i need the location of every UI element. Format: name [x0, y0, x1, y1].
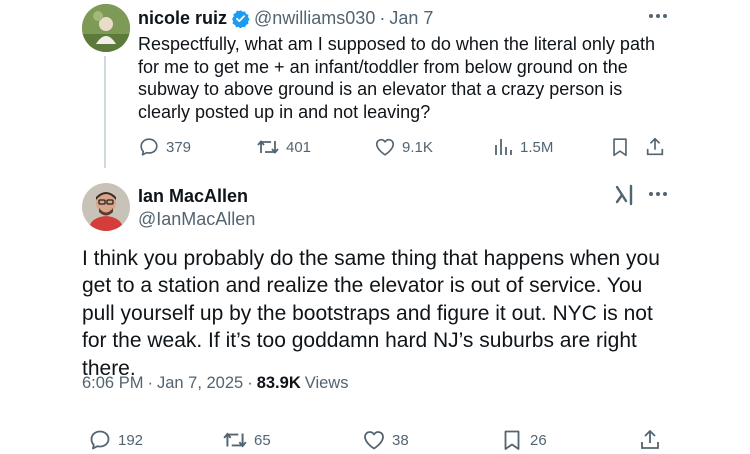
parent-views-button[interactable]: 1.5M: [492, 136, 553, 158]
main-bookmark-count: 26: [530, 431, 547, 449]
meta-sep-1: ·: [147, 374, 153, 392]
main-author-name[interactable]: Ian MacAllen: [138, 184, 248, 208]
main-views-count: 83.9K: [256, 374, 301, 392]
thread-line: [104, 56, 106, 168]
main-share-button[interactable]: [638, 428, 662, 452]
bookmark-icon: [609, 136, 631, 158]
main-handle[interactable]: @IanMacAllen: [138, 207, 255, 231]
meta-sep-2: ·: [247, 374, 253, 392]
parent-handle[interactable]: @nwilliams030: [254, 6, 375, 30]
share-icon: [644, 136, 666, 158]
verified-badge-icon: [231, 9, 250, 28]
main-like-count: 38: [392, 431, 409, 449]
like-icon: [374, 136, 396, 158]
views-icon: [492, 136, 514, 158]
parent-avatar[interactable]: [82, 4, 130, 52]
share-icon: [638, 428, 662, 452]
main-reply-count: 192: [118, 431, 144, 449]
main-time[interactable]: 6:06 PM: [82, 372, 143, 394]
repost-icon: [256, 136, 280, 158]
parent-more-icon[interactable]: [648, 8, 668, 24]
like-icon: [362, 428, 386, 452]
parent-reply-count: 379: [166, 138, 192, 156]
main-tweet-text: I think you probably do the same thing t…: [82, 247, 660, 380]
main-more-icon[interactable]: [648, 186, 668, 202]
main-avatar[interactable]: [82, 183, 130, 231]
parent-tweet-text: Respectfully, what am I supposed to do w…: [138, 34, 655, 122]
parent-share-button[interactable]: [644, 136, 666, 158]
parent-like-button[interactable]: 9.1K: [374, 136, 433, 158]
parent-views-count: 1.5M: [520, 138, 554, 156]
main-views-label: Views: [304, 374, 349, 392]
parent-header: nicole ruiz @nwilliams030 · Jan 7: [138, 6, 433, 30]
main-repost-button[interactable]: 65: [222, 428, 271, 452]
parent-repost-button[interactable]: 401: [256, 136, 311, 158]
repost-icon: [222, 428, 248, 452]
reply-icon: [88, 428, 112, 452]
grok-icon[interactable]: [614, 184, 636, 206]
main-meta: 6:06 PM · Jan 7, 2025 · 83.9K Views: [82, 372, 348, 394]
parent-like-count: 9.1K: [402, 138, 433, 156]
parent-author-name[interactable]: nicole ruiz: [138, 6, 227, 30]
bookmark-icon: [500, 428, 524, 452]
main-date[interactable]: Jan 7, 2025: [157, 372, 243, 394]
main-reply-button[interactable]: 192: [88, 428, 143, 452]
main-like-button[interactable]: 38: [362, 428, 409, 452]
parent-repost-count: 401: [286, 138, 312, 156]
parent-dot: ·: [379, 8, 386, 28]
parent-reply-button[interactable]: 379: [138, 136, 191, 158]
parent-date[interactable]: Jan 7: [389, 6, 433, 30]
reply-icon: [138, 136, 160, 158]
main-bookmark-button[interactable]: 26: [500, 428, 547, 452]
main-repost-count: 65: [254, 431, 271, 449]
parent-bookmark-button[interactable]: [609, 136, 631, 158]
